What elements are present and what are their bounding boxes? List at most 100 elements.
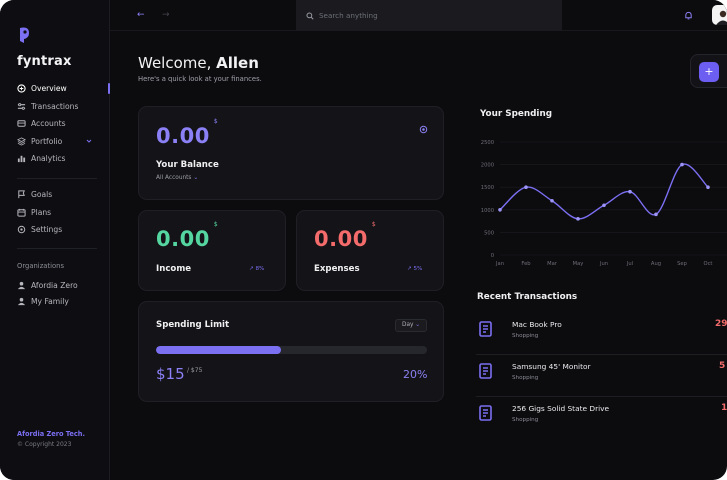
sidebar-item-label: Overview [31, 84, 67, 94]
sidebar-item-label: Plans [31, 207, 52, 217]
spending-title: Your Spending [480, 109, 553, 119]
overview-icon [17, 84, 26, 93]
expenses-trend: ↗ 5% [407, 266, 423, 272]
income-trend: ↗ 8% [249, 266, 265, 272]
income-card: 0.00$ Income ↗ 8% [138, 210, 286, 291]
bell-icon[interactable] [684, 11, 693, 20]
income-value: 0.00$ [156, 221, 219, 251]
transaction-name: Samsung 45' Monitor [512, 362, 591, 371]
balance-value: 0.00$ [156, 118, 219, 148]
transaction-amount: 1 [721, 403, 727, 413]
transaction-amount: 5 [719, 361, 726, 371]
y-tick-label: 1500 [481, 185, 494, 191]
x-tick-label: Jun [599, 261, 608, 267]
sidebar-item-my-family[interactable]: My Family [17, 293, 110, 309]
forward-arrow-icon[interactable]: → [162, 10, 170, 20]
transaction-name: 256 Gigs Solid State Drive [512, 404, 610, 413]
sidebar-item-label: Transactions [31, 101, 79, 111]
users-icon [17, 297, 26, 306]
flag-icon [17, 190, 26, 199]
transaction-row[interactable]: 256 Gigs Solid State Drive Shopping 1 [476, 397, 727, 439]
limit-amount: / $75 [187, 367, 203, 374]
data-point [680, 162, 684, 167]
sidebar-item-analytics[interactable]: Analytics [17, 150, 110, 168]
sidebar-item-plans[interactable]: Plans [17, 204, 110, 222]
transaction-row[interactable]: Mac Book Pro Shopping 29 [476, 313, 727, 355]
sidebar-item-label: Portfolio [31, 136, 63, 146]
income-label: Income [156, 264, 192, 274]
account-select[interactable]: All Accounts ⌄ [156, 175, 198, 181]
search-input[interactable]: Search anything [319, 11, 378, 20]
y-tick-label: 0 [491, 253, 494, 259]
main-nav: Overview Transactions Accounts Portfolio… [17, 80, 110, 168]
sidebar-item-settings[interactable]: Settings [17, 221, 110, 239]
transactions-title: Recent Transactions [477, 292, 578, 302]
sidebar-item-label: Afordia Zero [31, 280, 78, 290]
balance-card: 0.00$ Your Balance All Accounts ⌄ [138, 106, 444, 200]
data-point [576, 217, 580, 221]
footer-copyright: © Copyright 2023 [17, 441, 72, 448]
search-bar[interactable]: Search anything [296, 0, 562, 31]
sidebar-item-afordia-zero[interactable]: Afordia Zero [17, 277, 110, 293]
y-tick-label: 2500 [481, 140, 494, 146]
sidebar-item-transactions[interactable]: Transactions [17, 98, 110, 116]
x-tick-label: Sep [677, 261, 687, 267]
chevron-down-icon [86, 139, 92, 143]
sidebar-divider [17, 178, 97, 179]
period-select[interactable]: Day ⌄ [395, 319, 427, 332]
sidebar-item-label: Analytics [31, 154, 66, 164]
y-tick-label: 2000 [481, 163, 494, 169]
balance-label: Your Balance [156, 160, 219, 170]
sidebar: fyntrax Overview Transactions Accounts P… [0, 0, 110, 480]
spending-progress [156, 346, 427, 354]
expenses-value: 0.00$ [314, 221, 377, 251]
back-arrow-icon[interactable]: ← [137, 10, 145, 20]
sidebar-item-label: My Family [31, 296, 69, 306]
sidebar-item-label: Accounts [31, 119, 66, 129]
eye-icon[interactable] [419, 125, 428, 134]
data-point [654, 212, 658, 217]
avatar[interactable] [712, 5, 727, 25]
receipt-icon [479, 363, 492, 379]
transaction-name: Mac Book Pro [512, 320, 562, 329]
x-tick-label: Feb [521, 261, 531, 267]
sidebar-item-label: Settings [31, 225, 63, 235]
data-point [602, 203, 606, 208]
transaction-amount: 29 [715, 319, 727, 329]
data-point [550, 198, 554, 203]
top-bar: ← → Search anything [110, 0, 727, 31]
app-window: fyntrax Overview Transactions Accounts P… [0, 0, 727, 480]
y-tick-label: 1000 [481, 208, 494, 214]
expenses-label: Expenses [314, 264, 360, 274]
add-button[interactable]: + [699, 62, 719, 82]
spending-limit-card: Spending Limit Day ⌄ $15 / $75 20% [138, 301, 444, 402]
search-icon [306, 11, 314, 20]
sidebar-item-accounts[interactable]: Accounts [17, 115, 110, 133]
spending-progress-fill [156, 346, 281, 354]
organizations-title: Organizations [17, 262, 64, 270]
data-point [628, 189, 632, 194]
sidebar-item-overview[interactable]: Overview [17, 80, 110, 98]
accounts-icon [17, 119, 26, 128]
brand-logo-icon [20, 27, 29, 43]
footer-organization: Afordia Zero Tech. [17, 430, 86, 438]
spending-limit-title: Spending Limit [156, 320, 230, 330]
organizations-nav: Afordia Zero My Family [17, 277, 110, 309]
secondary-nav: Goals Plans Settings [17, 186, 110, 239]
page-title: Welcome, Allen [138, 54, 259, 72]
x-tick-label: Jul [626, 261, 633, 267]
sidebar-divider [17, 248, 97, 249]
sidebar-item-label: Goals [31, 190, 53, 200]
data-point [498, 208, 502, 212]
transaction-category: Shopping [512, 417, 539, 423]
transaction-row[interactable]: Samsung 45' Monitor Shopping 5 [476, 355, 727, 397]
sidebar-item-goals[interactable]: Goals [17, 186, 110, 204]
add-panel: + [690, 54, 727, 88]
sidebar-item-portfolio[interactable]: Portfolio [17, 133, 110, 151]
x-tick-label: Aug [651, 261, 661, 267]
x-tick-label: Oct [704, 261, 713, 267]
expenses-card: 0.00$ Expenses ↗ 5% [296, 210, 444, 291]
portfolio-icon [17, 137, 26, 146]
brand-name: fyntrax [17, 54, 72, 69]
transactions-icon [17, 102, 26, 111]
